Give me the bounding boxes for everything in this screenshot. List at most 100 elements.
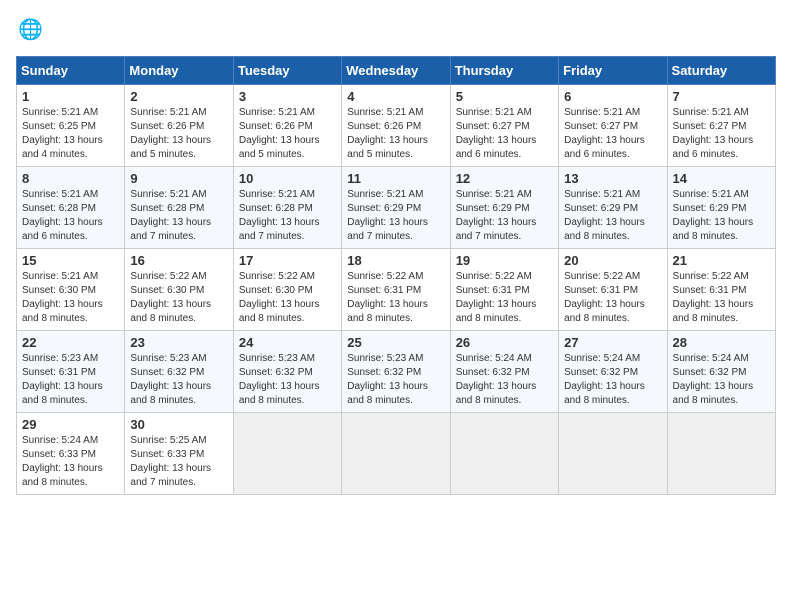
calendar-cell: 3 Sunrise: 5:21 AMSunset: 6:26 PMDayligh… (233, 85, 341, 167)
day-number: 28 (673, 335, 770, 350)
day-number: 6 (564, 89, 661, 104)
day-number: 3 (239, 89, 336, 104)
calendar-week-row: 22 Sunrise: 5:23 AMSunset: 6:31 PMDaylig… (17, 331, 776, 413)
calendar-cell: 21 Sunrise: 5:22 AMSunset: 6:31 PMDaylig… (667, 249, 775, 331)
day-number: 15 (22, 253, 119, 268)
day-detail: Sunrise: 5:22 AMSunset: 6:30 PMDaylight:… (130, 271, 211, 324)
calendar-cell (667, 413, 775, 495)
calendar-cell: 23 Sunrise: 5:23 AMSunset: 6:32 PMDaylig… (125, 331, 233, 413)
day-detail: Sunrise: 5:21 AMSunset: 6:28 PMDaylight:… (130, 189, 211, 242)
day-detail: Sunrise: 5:21 AMSunset: 6:28 PMDaylight:… (22, 189, 103, 242)
calendar-cell: 11 Sunrise: 5:21 AMSunset: 6:29 PMDaylig… (342, 167, 450, 249)
day-detail: Sunrise: 5:23 AMSunset: 6:32 PMDaylight:… (347, 353, 428, 406)
calendar-cell: 22 Sunrise: 5:23 AMSunset: 6:31 PMDaylig… (17, 331, 125, 413)
day-detail: Sunrise: 5:21 AMSunset: 6:27 PMDaylight:… (456, 107, 537, 160)
day-detail: Sunrise: 5:21 AMSunset: 6:29 PMDaylight:… (347, 189, 428, 242)
calendar-week-row: 8 Sunrise: 5:21 AMSunset: 6:28 PMDayligh… (17, 167, 776, 249)
day-number: 20 (564, 253, 661, 268)
day-detail: Sunrise: 5:24 AMSunset: 6:32 PMDaylight:… (564, 353, 645, 406)
weekday-header-sunday: Sunday (17, 57, 125, 85)
day-detail: Sunrise: 5:23 AMSunset: 6:32 PMDaylight:… (239, 353, 320, 406)
calendar-week-row: 1 Sunrise: 5:21 AMSunset: 6:25 PMDayligh… (17, 85, 776, 167)
day-detail: Sunrise: 5:21 AMSunset: 6:29 PMDaylight:… (456, 189, 537, 242)
calendar-cell: 17 Sunrise: 5:22 AMSunset: 6:30 PMDaylig… (233, 249, 341, 331)
calendar-week-row: 29 Sunrise: 5:24 AMSunset: 6:33 PMDaylig… (17, 413, 776, 495)
calendar-cell: 10 Sunrise: 5:21 AMSunset: 6:28 PMDaylig… (233, 167, 341, 249)
calendar-cell: 12 Sunrise: 5:21 AMSunset: 6:29 PMDaylig… (450, 167, 558, 249)
day-number: 21 (673, 253, 770, 268)
day-detail: Sunrise: 5:22 AMSunset: 6:31 PMDaylight:… (347, 271, 428, 324)
weekday-header-friday: Friday (559, 57, 667, 85)
day-detail: Sunrise: 5:24 AMSunset: 6:32 PMDaylight:… (673, 353, 754, 406)
day-detail: Sunrise: 5:21 AMSunset: 6:27 PMDaylight:… (673, 107, 754, 160)
calendar-cell: 25 Sunrise: 5:23 AMSunset: 6:32 PMDaylig… (342, 331, 450, 413)
day-detail: Sunrise: 5:22 AMSunset: 6:31 PMDaylight:… (564, 271, 645, 324)
calendar-cell: 2 Sunrise: 5:21 AMSunset: 6:26 PMDayligh… (125, 85, 233, 167)
weekday-header-wednesday: Wednesday (342, 57, 450, 85)
day-number: 16 (130, 253, 227, 268)
calendar-cell: 24 Sunrise: 5:23 AMSunset: 6:32 PMDaylig… (233, 331, 341, 413)
svg-text:🌐: 🌐 (18, 17, 43, 41)
calendar-cell: 9 Sunrise: 5:21 AMSunset: 6:28 PMDayligh… (125, 167, 233, 249)
calendar-cell: 19 Sunrise: 5:22 AMSunset: 6:31 PMDaylig… (450, 249, 558, 331)
calendar-cell (233, 413, 341, 495)
day-detail: Sunrise: 5:21 AMSunset: 6:25 PMDaylight:… (22, 107, 103, 160)
day-detail: Sunrise: 5:21 AMSunset: 6:27 PMDaylight:… (564, 107, 645, 160)
calendar-cell: 28 Sunrise: 5:24 AMSunset: 6:32 PMDaylig… (667, 331, 775, 413)
weekday-header-monday: Monday (125, 57, 233, 85)
day-number: 14 (673, 171, 770, 186)
day-number: 1 (22, 89, 119, 104)
calendar-cell: 18 Sunrise: 5:22 AMSunset: 6:31 PMDaylig… (342, 249, 450, 331)
calendar-cell: 7 Sunrise: 5:21 AMSunset: 6:27 PMDayligh… (667, 85, 775, 167)
day-number: 7 (673, 89, 770, 104)
day-detail: Sunrise: 5:22 AMSunset: 6:31 PMDaylight:… (456, 271, 537, 324)
day-detail: Sunrise: 5:24 AMSunset: 6:33 PMDaylight:… (22, 435, 103, 488)
day-number: 17 (239, 253, 336, 268)
day-number: 24 (239, 335, 336, 350)
weekday-header-thursday: Thursday (450, 57, 558, 85)
calendar-week-row: 15 Sunrise: 5:21 AMSunset: 6:30 PMDaylig… (17, 249, 776, 331)
calendar-cell: 20 Sunrise: 5:22 AMSunset: 6:31 PMDaylig… (559, 249, 667, 331)
calendar-cell: 26 Sunrise: 5:24 AMSunset: 6:32 PMDaylig… (450, 331, 558, 413)
day-number: 19 (456, 253, 553, 268)
calendar-cell (559, 413, 667, 495)
calendar-cell: 8 Sunrise: 5:21 AMSunset: 6:28 PMDayligh… (17, 167, 125, 249)
day-number: 30 (130, 417, 227, 432)
day-number: 5 (456, 89, 553, 104)
day-number: 22 (22, 335, 119, 350)
day-detail: Sunrise: 5:22 AMSunset: 6:31 PMDaylight:… (673, 271, 754, 324)
day-number: 12 (456, 171, 553, 186)
calendar-cell: 13 Sunrise: 5:21 AMSunset: 6:29 PMDaylig… (559, 167, 667, 249)
day-detail: Sunrise: 5:25 AMSunset: 6:33 PMDaylight:… (130, 435, 211, 488)
day-detail: Sunrise: 5:21 AMSunset: 6:29 PMDaylight:… (673, 189, 754, 242)
day-number: 4 (347, 89, 444, 104)
logo-icon: 🌐 (16, 16, 44, 44)
calendar-cell: 29 Sunrise: 5:24 AMSunset: 6:33 PMDaylig… (17, 413, 125, 495)
day-detail: Sunrise: 5:23 AMSunset: 6:32 PMDaylight:… (130, 353, 211, 406)
day-detail: Sunrise: 5:21 AMSunset: 6:26 PMDaylight:… (239, 107, 320, 160)
calendar-cell: 14 Sunrise: 5:21 AMSunset: 6:29 PMDaylig… (667, 167, 775, 249)
calendar-cell: 6 Sunrise: 5:21 AMSunset: 6:27 PMDayligh… (559, 85, 667, 167)
day-detail: Sunrise: 5:21 AMSunset: 6:28 PMDaylight:… (239, 189, 320, 242)
calendar-cell (450, 413, 558, 495)
day-detail: Sunrise: 5:24 AMSunset: 6:32 PMDaylight:… (456, 353, 537, 406)
day-number: 23 (130, 335, 227, 350)
logo: 🌐 (16, 16, 48, 44)
day-detail: Sunrise: 5:21 AMSunset: 6:26 PMDaylight:… (130, 107, 211, 160)
calendar-cell (342, 413, 450, 495)
day-detail: Sunrise: 5:21 AMSunset: 6:26 PMDaylight:… (347, 107, 428, 160)
calendar-cell: 15 Sunrise: 5:21 AMSunset: 6:30 PMDaylig… (17, 249, 125, 331)
calendar-cell: 5 Sunrise: 5:21 AMSunset: 6:27 PMDayligh… (450, 85, 558, 167)
day-number: 13 (564, 171, 661, 186)
day-number: 9 (130, 171, 227, 186)
day-detail: Sunrise: 5:23 AMSunset: 6:31 PMDaylight:… (22, 353, 103, 406)
page-header: 🌐 (16, 16, 776, 44)
calendar-header-row: SundayMondayTuesdayWednesdayThursdayFrid… (17, 57, 776, 85)
day-number: 29 (22, 417, 119, 432)
calendar-body: 1 Sunrise: 5:21 AMSunset: 6:25 PMDayligh… (17, 85, 776, 495)
calendar-cell: 16 Sunrise: 5:22 AMSunset: 6:30 PMDaylig… (125, 249, 233, 331)
calendar-cell: 27 Sunrise: 5:24 AMSunset: 6:32 PMDaylig… (559, 331, 667, 413)
calendar-table: SundayMondayTuesdayWednesdayThursdayFrid… (16, 56, 776, 495)
day-number: 8 (22, 171, 119, 186)
calendar-cell: 4 Sunrise: 5:21 AMSunset: 6:26 PMDayligh… (342, 85, 450, 167)
